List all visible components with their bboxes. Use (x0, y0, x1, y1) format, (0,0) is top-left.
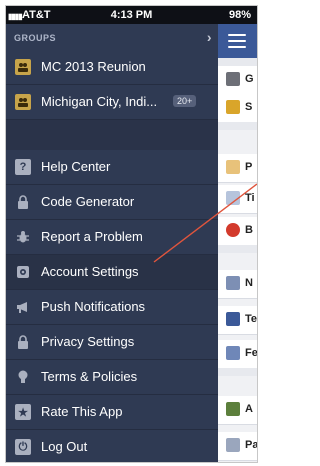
preview-item-label: B (245, 224, 253, 236)
group-icon (15, 94, 31, 110)
preview-item[interactable]: S (218, 94, 257, 123)
preview-item[interactable]: Te (218, 306, 257, 335)
page-icon (226, 438, 240, 452)
phone-screen: ▮▮▮▮ AT&T 4:13 PM 98% GROUPS › MC 2013 R… (5, 5, 258, 463)
gears-icon (226, 72, 240, 86)
preview-divider (218, 245, 257, 253)
menu-item-account-settings[interactable]: Account Settings (6, 255, 218, 290)
group-icon (15, 59, 31, 75)
preview-item-label: Pa (245, 439, 258, 451)
preview-divider (218, 58, 257, 66)
star-icon: ★ (15, 404, 31, 420)
badge-icon (226, 100, 240, 114)
phone-icon (226, 312, 240, 326)
power-icon: ⏻ (15, 439, 31, 455)
preview-divider (218, 368, 257, 376)
battery-level: 98% (228, 9, 251, 21)
preview-item-label: N (245, 277, 253, 289)
menu-item-report-a-problem[interactable]: Report a Problem (6, 220, 218, 255)
preview-item-label: Fe (245, 347, 258, 359)
lock-icon (226, 160, 240, 174)
preview-item[interactable]: P (218, 154, 257, 183)
preview-item[interactable]: B (218, 217, 257, 246)
menu-item-label: Account Settings (41, 264, 139, 279)
bug-icon (15, 229, 31, 245)
megaphone-icon (15, 299, 31, 315)
preview-item[interactable]: Pa (218, 432, 257, 461)
lightbulb-icon (15, 369, 31, 385)
menu-item-label: Privacy Settings (41, 334, 135, 349)
menu-item-label: Rate This App (41, 404, 123, 419)
help-icon: ? (15, 159, 31, 175)
group-item-label: MC 2013 Reunion (41, 59, 146, 74)
menu-item-label: Log Out (41, 439, 88, 454)
groups-header-label: GROUPS (14, 33, 57, 43)
preview-item[interactable]: Ti (218, 185, 257, 214)
menu-item-label: Code Generator (41, 194, 135, 209)
preview-item-label: A (245, 403, 253, 415)
status-bar: ▮▮▮▮ AT&T 4:13 PM 98% (6, 6, 257, 24)
rss-icon (226, 346, 240, 360)
lock-icon (15, 334, 31, 350)
menu-item-rate-this-app[interactable]: ★ Rate This App (6, 395, 218, 430)
preview-item-label: Te (245, 313, 258, 325)
chevron-right-icon: › (206, 29, 212, 45)
menu-item-label: Report a Problem (41, 229, 143, 244)
preview-item-label: P (245, 161, 253, 173)
preview-divider (218, 122, 257, 130)
section-divider (6, 120, 218, 150)
preview-item[interactable]: N (218, 270, 257, 299)
menu-item-label: Terms & Policies (41, 369, 138, 384)
notification-badge: 20+ (173, 95, 197, 107)
menu-item-label: Help Center (41, 159, 111, 174)
cube-icon (226, 402, 240, 416)
menu-item-log-out[interactable]: ⏻ Log Out (6, 430, 218, 462)
preview-item-label: Ti (245, 192, 255, 204)
document-icon (226, 191, 240, 205)
news-icon (226, 276, 240, 290)
preview-item[interactable]: G (218, 66, 257, 95)
group-item-michigan-city[interactable]: Michigan City, Indi... 20+ (6, 85, 218, 120)
menu-toggle-icon[interactable] (228, 34, 246, 48)
menu-item-code-generator[interactable]: Code Generator (6, 185, 218, 220)
group-item-mc-2013-reunion[interactable]: MC 2013 Reunion (6, 50, 218, 85)
lock-icon (15, 194, 31, 210)
groups-section-header[interactable]: GROUPS › (6, 24, 218, 50)
block-icon (226, 223, 240, 237)
menu-item-push-notifications[interactable]: Push Notifications (6, 290, 218, 325)
main-content-preview: G S P Ti B N Te Fe A Pa (218, 24, 257, 462)
clock: 4:13 PM (110, 9, 153, 21)
menu-item-help-center[interactable]: ? Help Center (6, 150, 218, 185)
preview-item-label: G (245, 73, 254, 85)
top-nav-bar (218, 24, 257, 58)
preview-item-label: S (245, 101, 253, 113)
gear-icon (15, 264, 31, 280)
preview-item[interactable]: Fe (218, 340, 257, 369)
menu-item-label: Push Notifications (41, 299, 146, 314)
menu-item-privacy-settings[interactable]: Privacy Settings (6, 325, 218, 360)
preview-item[interactable]: A (218, 396, 257, 425)
menu-item-terms-policies[interactable]: Terms & Policies (6, 360, 218, 395)
group-item-label: Michigan City, Indi... (41, 94, 158, 109)
side-menu: GROUPS › MC 2013 Reunion Michigan City, … (6, 24, 218, 462)
